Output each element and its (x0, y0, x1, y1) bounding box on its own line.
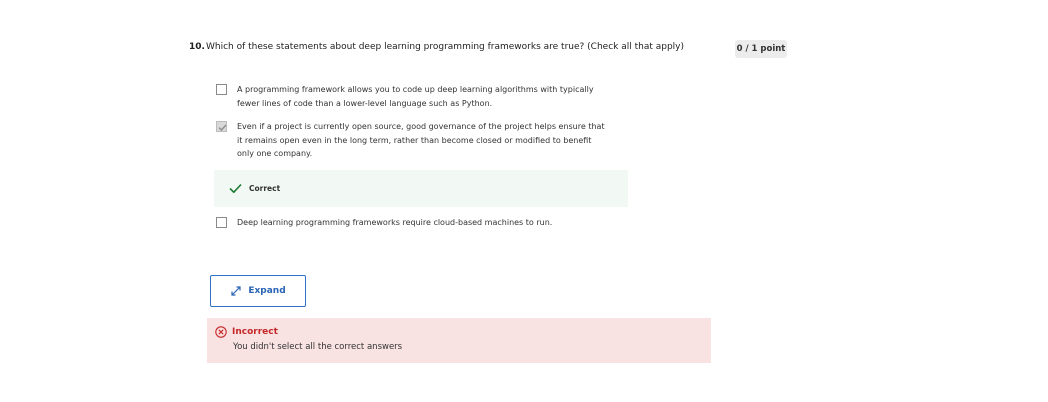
answer-option-3[interactable]: Deep learning programming frameworks req… (216, 217, 552, 230)
question-text: Which of these statements about deep lea… (206, 42, 685, 52)
option-1-text: A programming framework allows you to co… (237, 83, 594, 110)
option-2-line-1: Even if a project is currently open sour… (237, 122, 605, 131)
option-2-line-3: only one company. (237, 149, 313, 158)
correct-label: Correct (249, 184, 281, 193)
incorrect-header: Incorrect (215, 326, 278, 338)
quiz-question-page: 10. Which of these statements about deep… (0, 0, 1048, 402)
incorrect-result-banner: Incorrect You didn't select all the corr… (207, 318, 711, 363)
correct-feedback: Correct (214, 170, 628, 207)
expand-button-label: Expand (248, 286, 286, 296)
answer-option-1[interactable]: A programming framework allows you to co… (216, 84, 594, 110)
option-2-checkbox[interactable] (216, 121, 227, 132)
incorrect-message: You didn't select all the correct answer… (233, 342, 403, 352)
option-2-text: Even if a project is currently open sour… (237, 120, 605, 161)
checkbox-check-icon (218, 124, 227, 132)
check-icon (229, 183, 242, 194)
option-1-checkbox[interactable] (216, 84, 227, 95)
option-3-line-1: Deep learning programming frameworks req… (237, 218, 553, 227)
question-number: 10. (189, 42, 205, 52)
option-3-text: Deep learning programming frameworks req… (237, 216, 552, 230)
expand-arrows-icon (231, 286, 241, 296)
answer-option-2[interactable]: Even if a project is currently open sour… (216, 121, 605, 161)
option-2-line-2: it remains open even in the long term, r… (237, 135, 592, 145)
option-3-checkbox[interactable] (216, 217, 227, 228)
incorrect-title: Incorrect (232, 327, 278, 337)
points-badge: 0 / 1 point (735, 40, 787, 58)
option-1-line-1: A programming framework allows you to co… (237, 85, 594, 94)
expand-button[interactable]: Expand (210, 275, 306, 307)
option-1-line-2: fewer lines of code than a lower-level l… (237, 98, 493, 108)
error-circle-icon (215, 326, 227, 338)
